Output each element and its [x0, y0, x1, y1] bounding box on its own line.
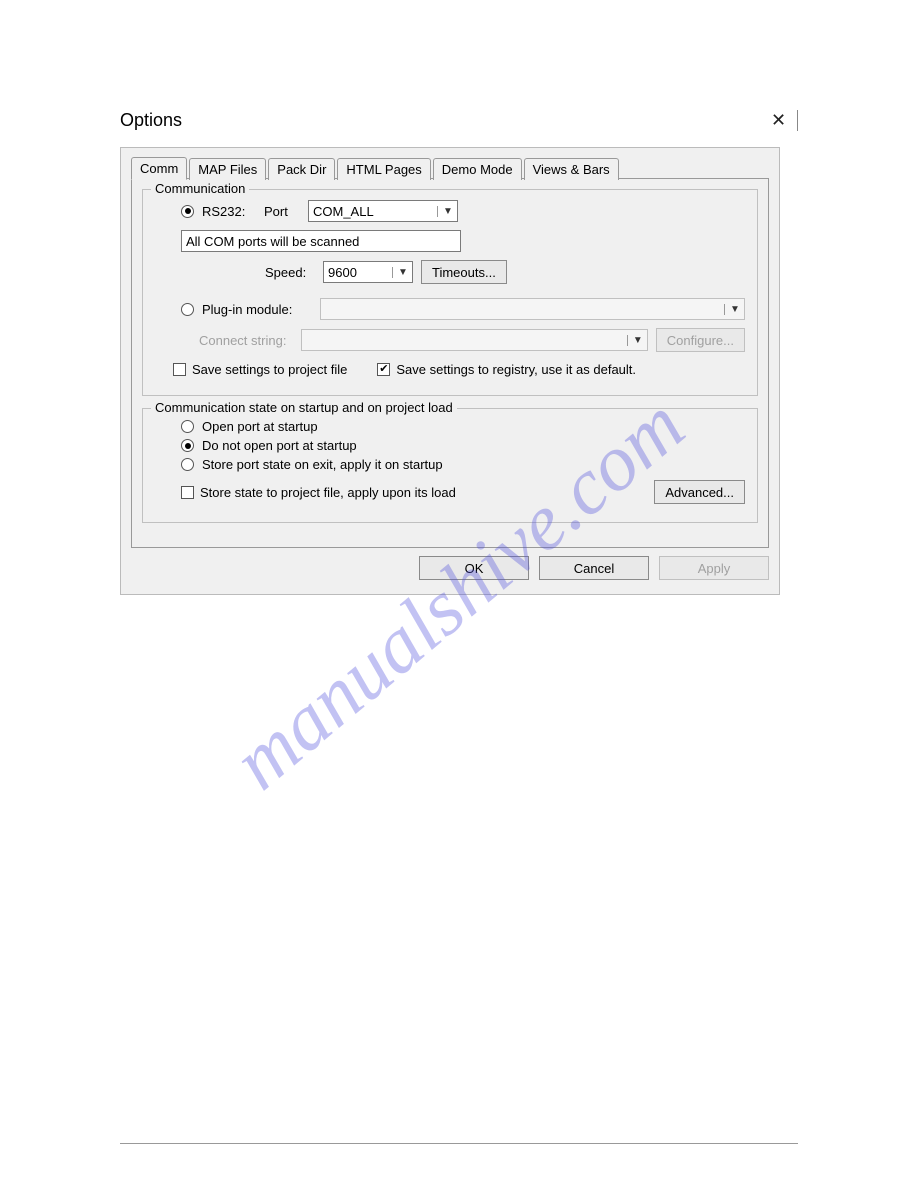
connect-string-label: Connect string:	[199, 333, 293, 348]
ok-button[interactable]: OK	[419, 556, 529, 580]
radio-open-startup[interactable]	[181, 420, 194, 433]
radio-plugin[interactable]	[181, 303, 194, 316]
port-combo-value: COM_ALL	[313, 204, 374, 219]
dialog-button-bar: OK Cancel Apply	[131, 556, 769, 580]
port-description: All COM ports will be scanned	[181, 230, 461, 252]
group-title-communication: Communication	[151, 181, 249, 196]
chevron-down-icon: ▼	[724, 304, 740, 315]
radio-dont-open[interactable]	[181, 439, 194, 452]
plugin-combo: ▼	[320, 298, 745, 320]
tab-demo-mode[interactable]: Demo Mode	[433, 158, 522, 180]
radio-open-startup-label: Open port at startup	[202, 419, 318, 434]
chevron-down-icon: ▼	[437, 206, 453, 217]
page-rule	[120, 1143, 798, 1144]
save-registry-checkbox[interactable]: ✔	[377, 363, 390, 376]
speed-combo[interactable]: 9600 ▼	[323, 261, 413, 283]
options-dialog: Comm MAP Files Pack Dir HTML Pages Demo …	[120, 147, 780, 595]
speed-label: Speed:	[265, 265, 315, 280]
configure-button: Configure...	[656, 328, 745, 352]
group-communication: Communication RS232: Port COM_ALL ▼ All …	[142, 189, 758, 396]
port-label: Port	[264, 204, 300, 219]
group-title-state: Communication state on startup and on pr…	[151, 400, 457, 415]
tab-html-pages[interactable]: HTML Pages	[337, 158, 430, 180]
radio-plugin-label: Plug-in module:	[202, 302, 312, 317]
tab-strip: Comm MAP Files Pack Dir HTML Pages Demo …	[131, 156, 769, 179]
tab-views-bars[interactable]: Views & Bars	[524, 158, 619, 180]
port-combo[interactable]: COM_ALL ▼	[308, 200, 458, 222]
tab-map-files[interactable]: MAP Files	[189, 158, 266, 180]
chevron-down-icon: ▼	[392, 267, 408, 278]
tab-pack-dir[interactable]: Pack Dir	[268, 158, 335, 180]
close-icon[interactable]: ✕	[768, 110, 798, 131]
speed-combo-value: 9600	[328, 265, 357, 280]
radio-dont-open-label: Do not open port at startup	[202, 438, 357, 453]
radio-store-exit-label: Store port state on exit, apply it on st…	[202, 457, 443, 472]
cancel-button[interactable]: Cancel	[539, 556, 649, 580]
store-project-checkbox[interactable]: ✔	[181, 486, 194, 499]
save-registry-label: Save settings to registry, use it as def…	[396, 362, 636, 377]
save-project-label: Save settings to project file	[192, 362, 347, 377]
save-project-checkbox[interactable]: ✔	[173, 363, 186, 376]
group-startup-state: Communication state on startup and on pr…	[142, 408, 758, 523]
titlebar: Options ✕	[120, 110, 798, 141]
chevron-down-icon: ▼	[627, 335, 643, 346]
advanced-button[interactable]: Advanced...	[654, 480, 745, 504]
radio-rs232[interactable]	[181, 205, 194, 218]
connect-string-combo: ▼	[301, 329, 648, 351]
apply-button: Apply	[659, 556, 769, 580]
radio-rs232-label: RS232:	[202, 204, 256, 219]
tab-comm[interactable]: Comm	[131, 157, 187, 180]
timeouts-button[interactable]: Timeouts...	[421, 260, 507, 284]
tab-body: Communication RS232: Port COM_ALL ▼ All …	[131, 178, 769, 548]
store-project-label: Store state to project file, apply upon …	[200, 485, 456, 500]
window-title: Options	[120, 110, 182, 131]
radio-store-exit[interactable]	[181, 458, 194, 471]
